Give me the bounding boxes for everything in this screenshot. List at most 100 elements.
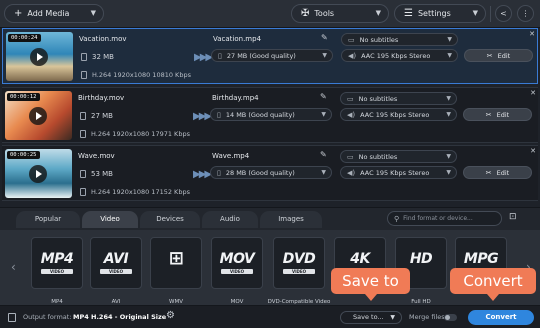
output-file-name[interactable]: Vacation.mp4	[213, 35, 261, 43]
source-file-name: Vacation.mov	[79, 35, 127, 43]
format-tile-title: 4K	[350, 251, 370, 267]
rename-pencil-icon[interactable]: ✎	[320, 92, 327, 101]
audio-icon: ◀)	[348, 51, 357, 60]
output-format-value[interactable]: MP4 H.264 - Original Size	[73, 313, 166, 321]
source-file-info: H.264 1920x1080 10810 Kbps	[92, 71, 191, 79]
audio-track-dropdown[interactable]: ◀) AAC 195 Kbps Stereo ▼	[341, 49, 458, 62]
format-tile-strip: VIDEO	[283, 269, 315, 274]
merge-files-toggle[interactable]	[444, 314, 457, 321]
chevron-down-icon: ▼	[446, 169, 451, 176]
save-to-callout: Save to	[331, 268, 410, 301]
share-icon[interactable]: <	[495, 5, 512, 22]
subtitles-icon: ▭	[347, 94, 354, 103]
timecode: 00:00:25	[7, 151, 40, 159]
audio-track-label: AAC 195 Kbps Stereo	[360, 168, 430, 177]
menu-icon[interactable]: ⋮	[517, 5, 534, 22]
chevron-down-icon: ▼	[375, 9, 381, 17]
plus-icon: +	[14, 8, 23, 19]
top-toolbar: + Add Media ▼ ✠ Tools ▼ ☰ Settings ▼ < ⋮	[0, 0, 540, 28]
add-media-button[interactable]: + Add Media ▼	[4, 4, 104, 23]
chevron-down-icon: ▼	[390, 314, 395, 321]
save-to-dropdown[interactable]: Save to... ▼	[340, 311, 402, 324]
subtitles-dropdown[interactable]: ▭ No subtitles ▼	[341, 33, 458, 46]
chevron-down-icon: ▼	[446, 111, 451, 118]
edit-button[interactable]: ✂ Edit	[463, 166, 532, 179]
source-file-size: 32 MB	[92, 53, 114, 61]
video-thumbnail[interactable]: 00:00:12	[5, 91, 72, 140]
remove-file-icon[interactable]: ✕	[530, 89, 536, 97]
source-file-size: 53 MB	[91, 170, 113, 178]
remove-file-icon[interactable]: ✕	[530, 147, 536, 155]
format-tile-strip: VIDEO	[41, 269, 73, 274]
chevron-down-icon: ▼	[322, 52, 327, 59]
output-size-dropdown[interactable]: ▯ 14 MB (Good quality) ▼	[210, 108, 332, 121]
source-file-name: Wave.mov	[78, 152, 115, 160]
source-file-size: 27 MB	[91, 112, 113, 120]
output-size-dropdown[interactable]: ▯ 27 MB (Good quality) ▼	[211, 49, 333, 62]
convert-button[interactable]: Convert	[468, 310, 534, 325]
format-tile[interactable]: DVD VIDEO DVD-Compatible Video	[268, 237, 330, 305]
subtitles-label: No subtitles	[358, 152, 398, 161]
tools-button[interactable]: ✠ Tools ▼	[291, 4, 389, 23]
timecode: 00:00:24	[8, 34, 41, 42]
remove-file-icon[interactable]: ✕	[529, 30, 535, 38]
subtitles-icon: ▭	[347, 152, 354, 161]
audio-track-label: AAC 195 Kbps Stereo	[360, 110, 430, 119]
play-icon[interactable]	[29, 107, 47, 125]
edit-button[interactable]: ✂ Edit	[463, 108, 532, 121]
file-row[interactable]: 00:00:25 Wave.mov 53 MB H.264 1920x1080 171…	[2, 145, 538, 201]
chevron-down-icon: ▼	[446, 95, 451, 102]
format-tile[interactable]: AVI VIDEO AVI	[90, 237, 142, 305]
toolbar-divider	[490, 6, 491, 22]
search-icon: ⚲	[394, 214, 400, 223]
file-icon: ▯	[218, 51, 222, 60]
play-icon[interactable]	[29, 165, 47, 183]
tab-video[interactable]: Video	[82, 211, 138, 228]
video-thumbnail[interactable]: 00:00:25	[5, 149, 72, 198]
audio-icon: ◀)	[347, 168, 356, 177]
format-tile-strip: VIDEO	[221, 269, 253, 274]
rename-pencil-icon[interactable]: ✎	[321, 33, 328, 42]
subtitles-dropdown[interactable]: ▭ No subtitles ▼	[340, 150, 457, 163]
chevron-left-icon[interactable]: ‹	[11, 260, 16, 274]
scissors-icon: ✂	[485, 168, 492, 177]
search-options-icon[interactable]: ⊡	[509, 212, 517, 222]
scissors-icon: ✂	[486, 51, 493, 60]
tab-popular[interactable]: Popular	[16, 211, 80, 228]
video-thumbnail[interactable]: 00:00:24	[6, 32, 73, 81]
merge-files-label: Merge files:	[409, 313, 447, 321]
format-search-input[interactable]: ⚲ Find format or device...	[387, 211, 502, 226]
source-file-info: H.264 1920x1080 17152 Kbps	[91, 188, 190, 196]
format-tile[interactable]: MOV VIDEO MOV	[211, 237, 263, 305]
tab-devices[interactable]: Devices	[140, 211, 200, 228]
file-row[interactable]: 00:00:12 Birthday.mov 27 MB H.264 1920x1080…	[2, 87, 538, 143]
audio-icon: ◀)	[347, 110, 356, 119]
rename-pencil-icon[interactable]: ✎	[320, 150, 327, 159]
gear-icon[interactable]: ⚙	[166, 310, 175, 321]
output-size-dropdown[interactable]: ▯ 28 MB (Good quality) ▼	[210, 166, 332, 179]
tab-images[interactable]: Images	[260, 211, 322, 228]
file-row[interactable]: 00:00:24 Vacation.mov 32 MB H.264 1920x1080…	[2, 28, 538, 84]
video-info-icon	[80, 188, 86, 196]
convert-arrow-icon: ▶▶▶	[194, 52, 213, 63]
audio-track-dropdown[interactable]: ◀) AAC 195 Kbps Stereo ▼	[340, 166, 457, 179]
tab-audio[interactable]: Audio	[202, 211, 258, 228]
convert-arrow-icon: ▶▶▶	[193, 169, 212, 180]
file-icon: ▯	[217, 110, 221, 119]
subtitles-dropdown[interactable]: ▭ No subtitles ▼	[340, 92, 457, 105]
output-file-name[interactable]: Birthday.mp4	[212, 94, 259, 102]
chevron-down-icon: ▼	[446, 153, 451, 160]
format-tile[interactable]: MP4 VIDEO MP4	[31, 237, 83, 305]
file-icon: ▯	[217, 168, 221, 177]
edit-button[interactable]: ✂ Edit	[464, 49, 533, 62]
windows-logo-icon: ⊞	[168, 248, 184, 269]
settings-label: Settings	[417, 9, 451, 18]
scissors-icon: ✂	[485, 110, 492, 119]
format-tile[interactable]: ⊞ WMV	[150, 237, 202, 305]
settings-button[interactable]: ☰ Settings ▼	[394, 4, 486, 23]
source-file-name: Birthday.mov	[78, 94, 125, 102]
source-file-info: H.264 1920x1080 17971 Kbps	[91, 130, 190, 138]
play-icon[interactable]	[30, 48, 48, 66]
output-file-name[interactable]: Wave.mp4	[212, 152, 249, 160]
audio-track-dropdown[interactable]: ◀) AAC 195 Kbps Stereo ▼	[340, 108, 457, 121]
